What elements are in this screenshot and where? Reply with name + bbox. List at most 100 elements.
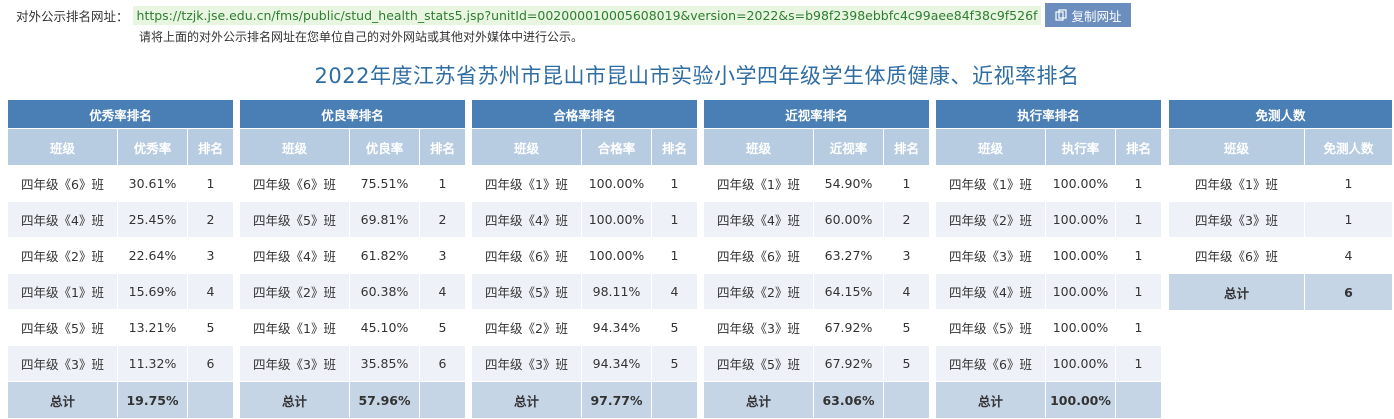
table-cell: 四年级《3》班 [703,309,814,346]
table-cell: 5 [883,345,930,382]
table-cell: 四年级《2》班 [7,237,118,274]
table-cell: 3 [883,237,930,274]
table-row: 四年级《3》班 94.34% 5 [471,345,698,382]
table-row: 四年级《2》班 64.15% 4 [703,273,930,310]
column-header: 排名 [187,128,234,166]
table-cell: 100.00% [1045,237,1116,274]
table-row: 四年级《4》班 100.00% 1 [935,273,1162,310]
copy-url-button[interactable]: 复制网址 [1045,3,1132,27]
table-cell: 69.81% [349,201,420,238]
table-row: 四年级《6》班 100.00% 1 [935,345,1162,382]
table-cell: 四年级《6》班 [1168,237,1305,274]
table-row: 四年级《4》班 60.00% 2 [703,201,930,238]
table-exempt: 免测人数 班级 免测人数 四年级《1》班 1 四年级《3》班 1 四年级《6》班 4 总计 6 [1167,99,1394,311]
table-row: 四年级《2》班 100.00% 1 [935,201,1162,238]
table-cell: 1 [651,201,698,238]
table-cell: 67.92% [813,345,884,382]
total-cell: 总计 [1168,273,1305,311]
table-title: 优秀率排名 [7,99,234,129]
table-cell: 4 [187,273,234,310]
publish-url-row: 对外公示排名网址： https://tzjk.jse.edu.cn/fms/pu… [16,3,1132,27]
table-row: 四年级《6》班 30.61% 1 [7,165,234,202]
table-cell: 1 [1303,165,1394,202]
column-header: 班级 [703,128,814,166]
column-header: 合格率 [581,128,652,166]
copy-url-label: 复制网址 [1071,8,1122,24]
table-cell: 54.90% [813,165,884,202]
table-cell: 四年级《3》班 [471,345,582,382]
table-cell: 4 [651,273,698,310]
table-cell: 5 [883,309,930,346]
table-cell: 四年级《3》班 [1168,201,1305,238]
table-row: 四年级《4》班 61.82% 3 [239,237,466,274]
table-row: 四年级《1》班 45.10% 5 [239,309,466,346]
table-cell: 四年级《2》班 [935,201,1046,238]
table-cell: 四年级《2》班 [471,309,582,346]
table-cell: 45.10% [349,309,420,346]
table-cell: 1 [187,165,234,202]
total-row: 总计 57.96% [239,381,466,419]
table-cell: 四年级《4》班 [703,201,814,238]
column-header: 排名 [1115,128,1162,166]
table-cell: 2 [883,201,930,238]
table-row: 四年级《6》班 63.27% 3 [703,237,930,274]
table-cell: 四年级《5》班 [239,201,350,238]
table-cell: 四年级《3》班 [239,345,350,382]
total-cell: 总计 [7,381,118,419]
total-cell [1115,381,1162,419]
column-header: 免测人数 [1303,128,1394,166]
column-header: 班级 [239,128,350,166]
table-cell: 100.00% [1045,165,1116,202]
table-cell: 四年级《5》班 [935,309,1046,346]
table-cell: 四年级《4》班 [239,237,350,274]
total-cell: 总计 [703,381,814,419]
table-cell: 四年级《3》班 [7,345,118,382]
table-pass: 合格率排名 班级 合格率 排名 四年级《1》班 100.00% 1 四年级《4》班 100.00… [471,99,698,419]
publish-url-field[interactable]: https://tzjk.jse.edu.cn/fms/public/stud_… [132,5,1042,25]
total-cell: 100.00% [1045,381,1116,419]
table-cell: 63.27% [813,237,884,274]
table-cell: 四年级《1》班 [7,273,118,310]
table-cell: 5 [651,345,698,382]
table-cell: 100.00% [581,165,652,202]
table-cell: 四年级《6》班 [935,345,1046,382]
table-title: 近视率排名 [703,99,930,129]
table-cell: 94.34% [581,345,652,382]
table-cell: 四年级《6》班 [471,237,582,274]
table-cell: 1 [1115,345,1162,382]
total-row: 总计 97.77% [471,381,698,419]
total-cell [419,381,466,419]
table-row: 四年级《5》班 98.11% 4 [471,273,698,310]
table-cell: 30.61% [117,165,188,202]
column-header: 班级 [1168,128,1305,166]
page-title: 2022年度江苏省苏州市昆山市昆山市实验小学四年级学生体质健康、近视率排名 [314,64,1080,88]
table-row: 四年级《1》班 54.90% 1 [703,165,930,202]
table-cell: 60.38% [349,273,420,310]
table-cell: 四年级《1》班 [1168,165,1305,202]
table-row: 四年级《1》班 1 [1168,165,1394,202]
table-cell: 1 [1303,201,1394,238]
total-cell: 57.96% [349,381,420,419]
table-cell: 四年级《6》班 [703,237,814,274]
table-row: 四年级《3》班 1 [1168,201,1394,238]
table-cell: 100.00% [581,237,652,274]
table-cell: 15.69% [117,273,188,310]
table-cell: 60.00% [813,201,884,238]
table-cell: 98.11% [581,273,652,310]
table-excellent: 优秀率排名 班级 优秀率 排名 四年级《6》班 30.61% 1 四年级《4》班 25.45% 2… [7,99,234,419]
column-header: 排名 [419,128,466,166]
table-cell: 四年级《4》班 [7,201,118,238]
table-row: 四年级《6》班 4 [1168,237,1394,274]
table-execution: 执行率排名 班级 执行率 排名 四年级《1》班 100.00% 1 四年级《2》班 100.00… [935,99,1162,419]
table-cell: 1 [1115,237,1162,274]
table-cell: 2 [419,201,466,238]
table-cell: 四年级《6》班 [239,165,350,202]
table-cell: 四年级《1》班 [703,165,814,202]
table-row: 四年级《2》班 94.34% 5 [471,309,698,346]
table-row: 四年级《1》班 100.00% 1 [471,165,698,202]
table-cell: 1 [651,237,698,274]
publish-url-label: 对外公示排名网址： [16,8,129,24]
table-cell: 100.00% [1045,345,1116,382]
column-header: 排名 [651,128,698,166]
table-cell: 1 [1115,273,1162,310]
